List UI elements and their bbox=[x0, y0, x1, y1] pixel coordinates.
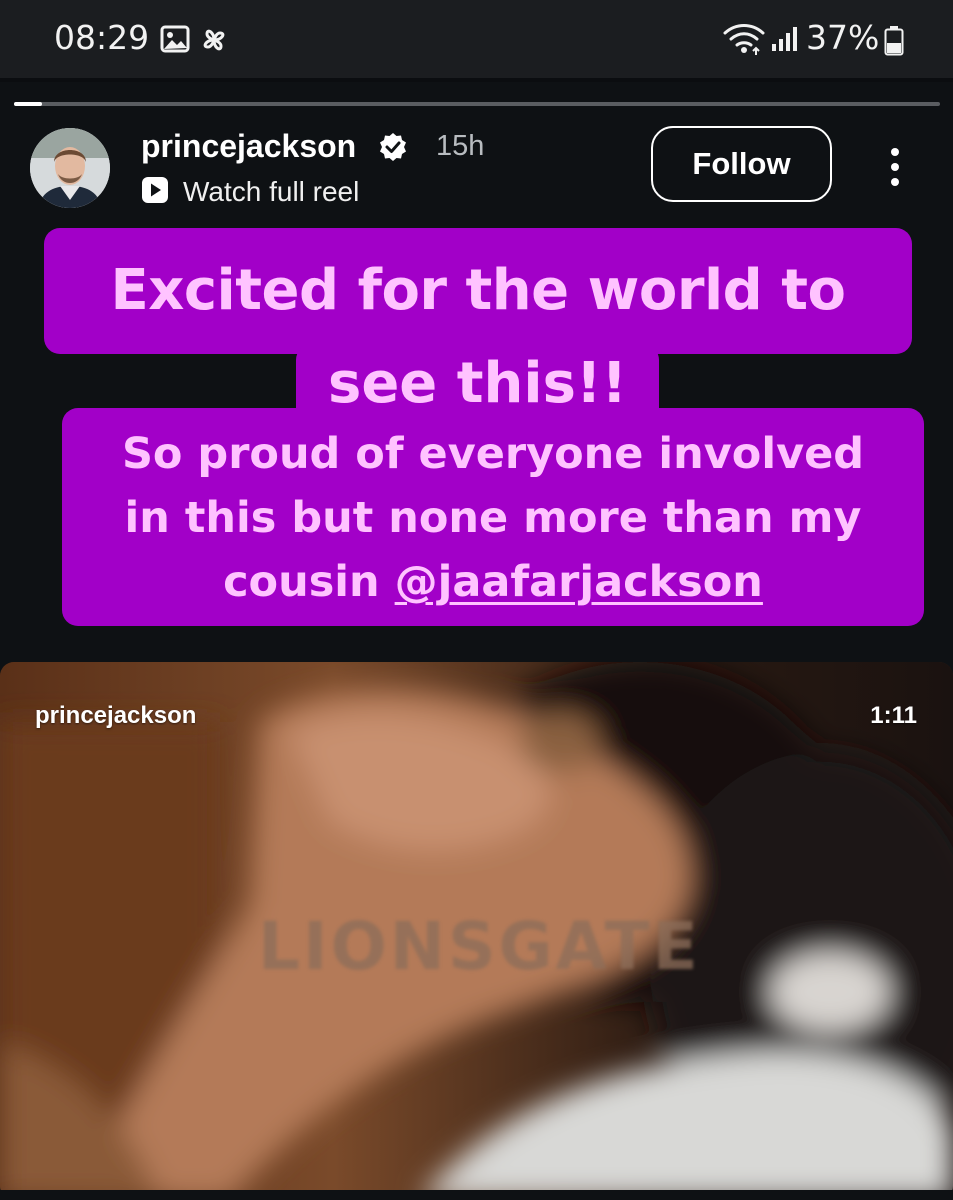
caption-sub-line-2: in this but none more than my bbox=[124, 493, 862, 543]
caption-line-1: Excited for the world to bbox=[44, 228, 912, 354]
story-username[interactable]: princejackson bbox=[141, 128, 356, 165]
story-viewer[interactable]: princejackson 15h Watch full reel Follow… bbox=[0, 82, 953, 1200]
mention-link[interactable]: @jaafarjackson bbox=[395, 557, 763, 607]
watch-full-reel-link[interactable]: Watch full reel bbox=[141, 174, 359, 210]
watch-full-reel-label: Watch full reel bbox=[183, 176, 360, 207]
play-icon bbox=[141, 176, 169, 209]
avatar[interactable] bbox=[30, 128, 110, 208]
status-time: 08:29 bbox=[54, 18, 150, 57]
verified-badge-icon bbox=[378, 132, 408, 167]
caption-subtext: So proud of everyone involved in this bu… bbox=[62, 408, 924, 626]
pinwheel-icon bbox=[198, 24, 230, 61]
reel-username: princejackson bbox=[35, 702, 197, 729]
more-options-icon[interactable] bbox=[880, 144, 910, 190]
story-progress-bar bbox=[14, 102, 940, 106]
battery-percent: 37% bbox=[806, 18, 880, 57]
follow-button[interactable]: Follow bbox=[651, 126, 832, 202]
status-bar: 08:29 37% bbox=[0, 0, 953, 78]
reel-duration: 1:11 bbox=[870, 702, 917, 729]
caption-sub-line-1: So proud of everyone involved bbox=[121, 429, 865, 479]
caption-sub-line-3: cousin @jaafarjackson bbox=[62, 550, 924, 614]
caption-sub-line-3-prefix: cousin bbox=[223, 557, 395, 607]
signal-icon bbox=[770, 26, 798, 57]
story-progress-fill bbox=[14, 102, 42, 106]
reel-watermark: LIONSGATE bbox=[258, 908, 701, 985]
bottom-edge bbox=[0, 1190, 953, 1200]
wifi-icon bbox=[722, 22, 766, 61]
gallery-icon bbox=[160, 24, 190, 59]
reel-preview[interactable]: LIONSGATE princejackson 1:11 bbox=[0, 662, 953, 1200]
battery-icon bbox=[884, 26, 904, 61]
story-time-ago: 15h bbox=[436, 130, 485, 162]
